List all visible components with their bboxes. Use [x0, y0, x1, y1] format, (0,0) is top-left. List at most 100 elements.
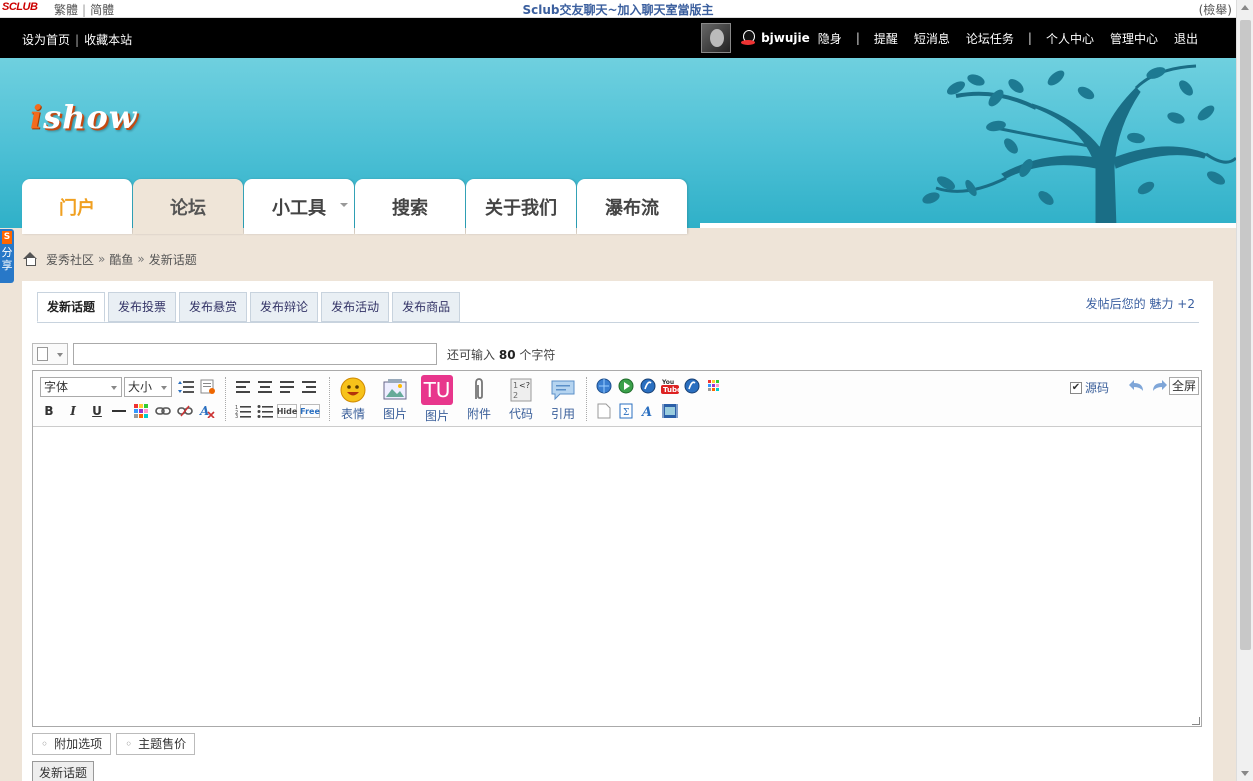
insert-flash-icon[interactable]: [617, 377, 635, 395]
unlink-icon[interactable]: [176, 402, 194, 420]
user-toolbar: 设为首页 | 收藏本站 bjwujie 隐身 | 提醒 短消息 论坛任务 | 个人中…: [0, 18, 1236, 58]
charm-reward-text: 发帖后您的 魅力 +2: [1085, 297, 1195, 311]
subject-row: 还可输入 80 个字符: [32, 343, 555, 365]
nav-tab-waterfall[interactable]: 瀑布流: [577, 179, 687, 234]
breadcrumb-community[interactable]: 爱秀社区: [46, 251, 94, 268]
ishow-logo[interactable]: ishow: [30, 98, 137, 136]
promo-title-link[interactable]: Sclub交友聊天~加入聊天室當版主: [0, 1, 1236, 18]
submit-topic-button[interactable]: 发新话题: [32, 761, 95, 781]
align-left-icon[interactable]: [234, 378, 252, 396]
underline-button[interactable]: U: [88, 402, 106, 420]
breadcrumb-forum[interactable]: 酷鱼: [109, 251, 133, 268]
nav-tab-search[interactable]: 搜索: [355, 179, 465, 234]
tab-poll[interactable]: 发布投票: [108, 292, 177, 322]
youtube-icon[interactable]: YouTube: [661, 377, 679, 395]
chevron-down-icon: [111, 386, 117, 390]
tu-image-button[interactable]: TU 图片: [419, 375, 455, 424]
tab-goods[interactable]: 发布商品: [392, 292, 461, 322]
smiley-icon: [340, 377, 366, 403]
font-style-icon[interactable]: A: [639, 402, 657, 420]
tu-logo-icon: TU: [421, 375, 453, 405]
tree-decoration-icon: [922, 64, 1236, 228]
breadcrumb: 爱秀社区 » 酷鱼 » 发新话题: [22, 250, 197, 268]
svg-text:1: 1: [513, 381, 518, 390]
insert-video-icon[interactable]: [683, 377, 701, 395]
username-link[interactable]: bjwujie: [761, 31, 810, 45]
link-icon[interactable]: [154, 402, 172, 420]
undo-icon[interactable]: [1128, 377, 1146, 395]
profile-link[interactable]: 个人中心: [1046, 30, 1094, 47]
text-color-icon[interactable]: [132, 402, 150, 420]
set-homepage-link[interactable]: 设为首页: [22, 33, 70, 47]
more-colors-icon[interactable]: [705, 377, 723, 395]
extra-options-button[interactable]: 附加选项: [32, 733, 112, 755]
index-icon[interactable]: Σ: [617, 402, 635, 420]
free-content-button[interactable]: Free: [300, 404, 320, 418]
tab-debate[interactable]: 发布辩论: [250, 292, 319, 322]
resize-grip-icon[interactable]: [1192, 717, 1200, 725]
italic-button[interactable]: I: [64, 402, 82, 420]
source-toggle[interactable]: ✔ 源码: [1069, 379, 1109, 396]
insert-audio-icon[interactable]: [639, 377, 657, 395]
post-panel: 发新话题 发布投票 发布悬赏 发布辩论 发布活动 发布商品 发帖后您的 魅力 +…: [22, 281, 1213, 781]
breadcrumb-current: 发新话题: [148, 252, 197, 267]
invisible-toggle[interactable]: 隐身: [818, 30, 842, 47]
vertical-scrollbar[interactable]: [1236, 0, 1253, 781]
nav-tab-forum[interactable]: 论坛: [133, 179, 243, 234]
source-checkbox[interactable]: ✔: [1069, 381, 1082, 394]
hide-content-button[interactable]: Hide: [277, 404, 297, 418]
svg-text:2: 2: [513, 391, 518, 400]
thread-type-select[interactable]: [32, 343, 68, 365]
admin-link[interactable]: 管理中心: [1110, 30, 1158, 47]
remove-format-icon[interactable]: A: [198, 402, 216, 420]
emoji-button[interactable]: 表情: [335, 377, 371, 422]
scrollbar-thumb[interactable]: [1240, 20, 1251, 650]
fullscreen-button[interactable]: 全屏: [1168, 377, 1199, 395]
avatar[interactable]: [701, 23, 732, 53]
nav-tab-portal[interactable]: 门户: [22, 179, 132, 234]
svg-text:<?: <?: [519, 381, 530, 390]
remind-link[interactable]: 提醒: [874, 30, 898, 47]
scroll-down-icon[interactable]: [1241, 771, 1249, 776]
logout-link[interactable]: 退出: [1174, 30, 1198, 47]
messages-link[interactable]: 短消息: [914, 30, 950, 47]
horizontal-rule-icon[interactable]: [110, 402, 128, 420]
report-link[interactable]: (檢舉): [1199, 1, 1232, 18]
subject-input[interactable]: [73, 343, 437, 365]
scroll-up-icon[interactable]: [1241, 5, 1249, 10]
insert-web-image-icon[interactable]: [595, 377, 613, 395]
nav-tab-about[interactable]: 关于我们: [466, 179, 576, 234]
bold-button[interactable]: B: [40, 402, 58, 420]
editor-textarea[interactable]: [33, 427, 1201, 726]
background-color-icon[interactable]: [199, 378, 217, 396]
tab-activity[interactable]: 发布活动: [321, 292, 390, 322]
tab-new-topic[interactable]: 发新话题: [37, 292, 106, 322]
font-size-select[interactable]: 大小: [124, 377, 172, 397]
tasks-link[interactable]: 论坛任务: [966, 30, 1014, 47]
chevron-down-icon: [161, 386, 167, 390]
page-break-icon[interactable]: [595, 402, 613, 420]
attachment-button[interactable]: 附件: [461, 377, 497, 422]
font-family-select[interactable]: 字体: [40, 377, 122, 397]
align-justify-icon[interactable]: [278, 378, 296, 396]
insert-media-icon[interactable]: [661, 402, 679, 420]
svg-text:Tube: Tube: [663, 386, 679, 394]
share-side-button[interactable]: S 分享: [0, 229, 14, 283]
bookmark-link[interactable]: 收藏本站: [84, 33, 132, 47]
unordered-list-icon[interactable]: [256, 402, 274, 420]
tab-reward[interactable]: 发布悬赏: [179, 292, 248, 322]
align-center-icon[interactable]: [256, 378, 274, 396]
qq-penguin-icon: [741, 30, 756, 46]
quote-button[interactable]: 引用: [545, 377, 581, 422]
editor-toolbar: 字体 大小 B I U A 123 Hide Free 表情 图片 TU 图片 …: [33, 371, 1201, 427]
code-button[interactable]: 1 2 <? 代码: [503, 377, 539, 422]
redo-icon[interactable]: [1150, 377, 1168, 395]
separator: |: [855, 31, 860, 45]
nav-tab-tools[interactable]: 小工具: [244, 179, 354, 234]
image-button[interactable]: 图片: [377, 377, 413, 422]
home-icon[interactable]: [22, 252, 38, 266]
ordered-list-icon[interactable]: 123: [234, 402, 252, 420]
align-right-icon[interactable]: [300, 378, 318, 396]
line-height-icon[interactable]: [177, 378, 195, 396]
topic-price-button[interactable]: 主题售价: [116, 733, 196, 755]
